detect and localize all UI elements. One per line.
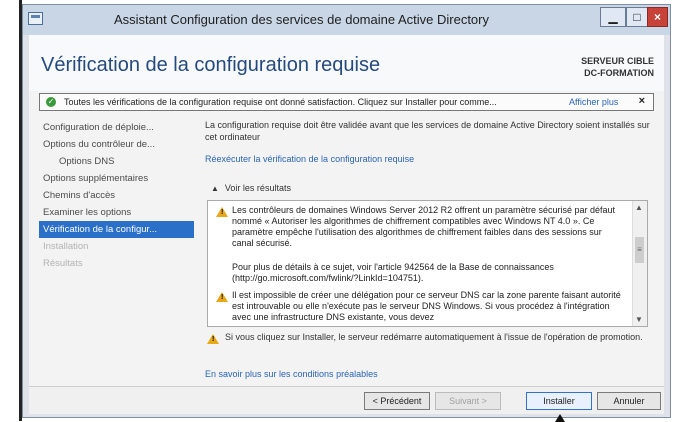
restart-warning-text: Si vous cliquez sur Installer, le serveu… [225, 332, 643, 342]
warning-icon: ! [216, 292, 228, 302]
results-header-label: Voir les résultats [224, 183, 291, 193]
nav-item-prerequisites-check[interactable]: Vérification de la configur... [39, 221, 194, 238]
target-server-label: SERVEUR CIBLE [581, 56, 654, 66]
install-button[interactable]: Installer [526, 392, 592, 410]
minimize-button[interactable]: ▁ [600, 7, 626, 27]
rerun-check-link[interactable]: Réexécuter la vérification de la configu… [205, 154, 414, 164]
next-button: Suivant > [435, 392, 501, 410]
target-server: SERVEUR CIBLE DC-FORMATION [581, 55, 654, 79]
intro-text: La configuration requise doit être valid… [205, 120, 650, 142]
nav-item-results: Résultats [43, 258, 83, 269]
show-more-link[interactable]: Afficher plus [569, 97, 618, 107]
cancel-button[interactable]: Annuler [597, 392, 661, 410]
window-title: Assistant Configuration des services de … [113, 12, 489, 27]
close-button[interactable]: × [647, 7, 668, 27]
learn-more-link[interactable]: En savoir plus sur les conditions préala… [205, 369, 378, 379]
nav-item-review-options[interactable]: Examiner les options [39, 204, 194, 221]
nav-item-dns-options[interactable]: Options DNS [39, 153, 194, 170]
results-header[interactable]: ▲ Voir les résultats [211, 183, 291, 193]
wizard-window: Assistant Configuration des services de … [22, 4, 671, 418]
restart-warning-icon: ! [207, 334, 219, 344]
results-list[interactable]: ! Les contrôleurs de domaines Windows Se… [207, 200, 648, 327]
button-bar: < Précédent Suivant > Installer Annuler [29, 386, 664, 414]
chevron-up-icon: ▲ [211, 184, 219, 193]
page-header: Vérification de la configuration requise… [29, 35, 664, 91]
scroll-up-icon[interactable]: ▲ [635, 203, 643, 212]
warning-icon: ! [216, 207, 228, 217]
nav-item-paths[interactable]: Chemins d'accès [39, 187, 194, 204]
results-scrollbar[interactable]: ▲ ≡ ▼ [632, 201, 647, 326]
nav-item-installation: Installation [43, 241, 89, 252]
target-server-name: DC-FORMATION [584, 68, 654, 78]
wizard-client-area: Vérification de la configuration requise… [29, 35, 664, 414]
previous-button[interactable]: < Précédent [364, 392, 430, 410]
close-notification-icon[interactable]: × [639, 95, 645, 107]
maximize-button[interactable]: □ [626, 7, 648, 27]
result-message: Il est impossible de créer une délégatio… [232, 290, 621, 322]
page-title: Vérification de la configuration requise [41, 54, 381, 76]
scroll-thumb[interactable]: ≡ [635, 237, 644, 263]
nav-item-additional-options[interactable]: Options supplémentaires [39, 170, 194, 187]
title-bar[interactable]: Assistant Configuration des services de … [23, 5, 670, 35]
success-check-icon: ✓ [46, 97, 56, 107]
wizard-nav: Configuration de déploie... Options du c… [39, 119, 194, 272]
main-content: La configuration requise doit être valid… [205, 119, 660, 369]
result-message: Les contrôleurs de domaines Windows Serv… [232, 205, 616, 248]
scroll-down-icon[interactable]: ▼ [635, 315, 643, 324]
notification-text: Toutes les vérifications de la configura… [64, 97, 497, 107]
result-message: Pour plus de détails à ce sujet, voir l'… [232, 262, 554, 283]
nav-item-deployment[interactable]: Configuration de déploie... [39, 119, 194, 136]
nav-item-dc-options[interactable]: Options du contrôleur de... [39, 136, 194, 153]
notification-bar: ✓ Toutes les vérifications de la configu… [39, 93, 654, 111]
